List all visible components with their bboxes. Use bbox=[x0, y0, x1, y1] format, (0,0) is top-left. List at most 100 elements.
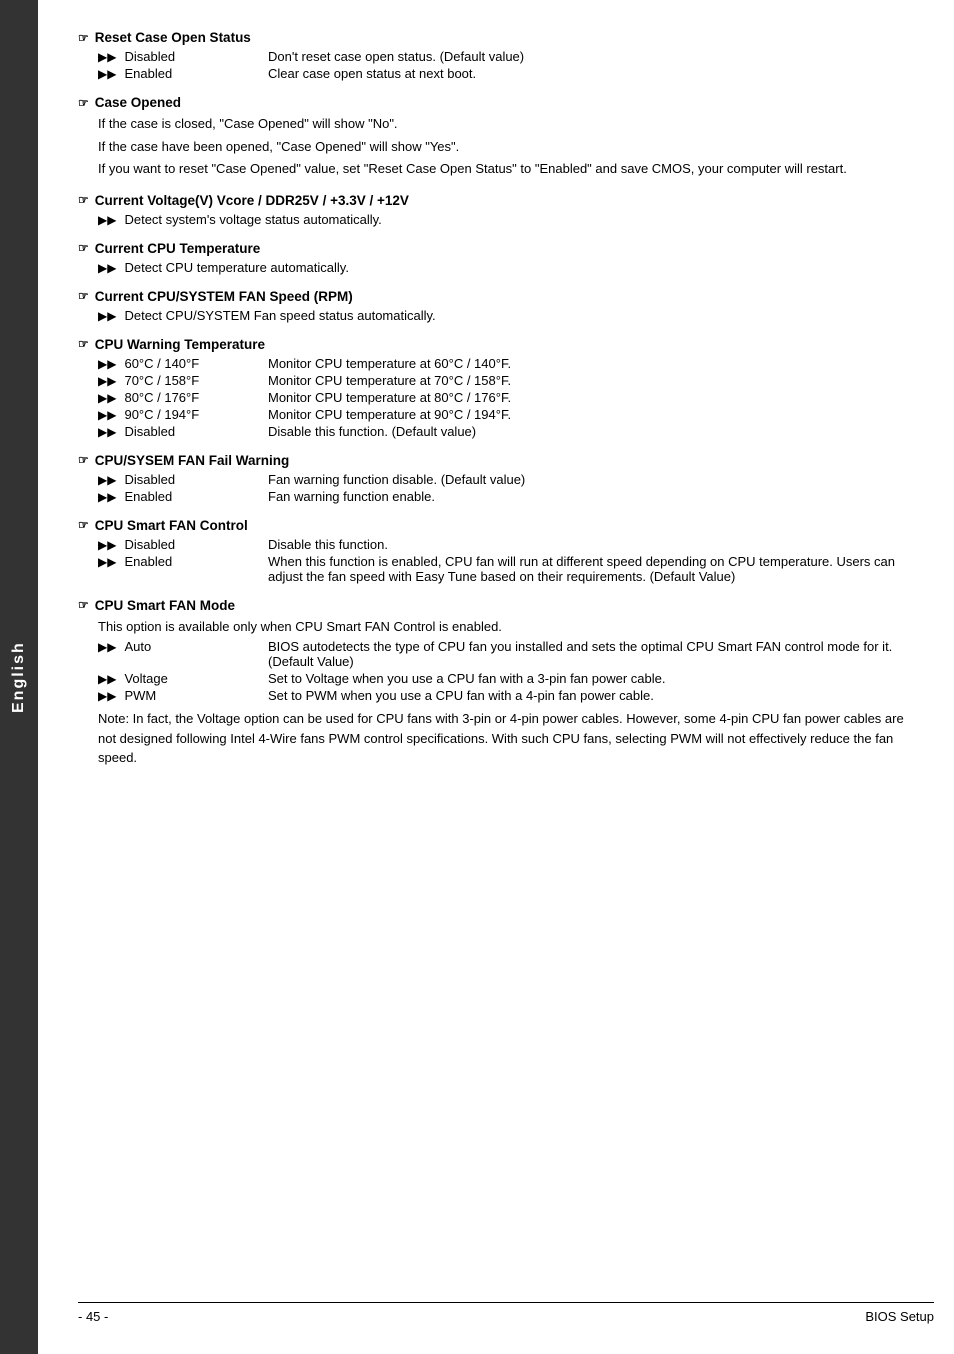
item-value: BIOS autodetects the type of CPU fan you… bbox=[268, 639, 914, 669]
item-row: ▶▶70°C / 158°FMonitor CPU temperature at… bbox=[98, 373, 914, 388]
section-title-text: CPU/SYSEM FAN Fail Warning bbox=[95, 453, 290, 468]
item-value: ▶▶Detect CPU/SYSTEM Fan speed status aut… bbox=[98, 308, 914, 323]
section-title-text: Reset Case Open Status bbox=[95, 30, 251, 45]
bullet-icon: ▶▶ bbox=[98, 672, 116, 686]
item-value: Set to Voltage when you use a CPU fan wi… bbox=[268, 671, 914, 686]
section-cpu-smart-fan-mode: ☞ CPU Smart FAN Mode This option is availa… bbox=[78, 598, 914, 768]
section-title-cpu-smart-fan-control: ☞CPU Smart FAN Control bbox=[78, 518, 914, 533]
item-row: ▶▶PWMSet to PWM when you use a CPU fan w… bbox=[98, 688, 914, 703]
bullet-icon: ▶▶ bbox=[98, 425, 116, 439]
item-key: ▶▶90°C / 194°F bbox=[98, 407, 268, 422]
bullet-icon: ▶▶ bbox=[98, 473, 116, 487]
item-key-text: 90°C / 194°F bbox=[124, 407, 199, 422]
paragraph-text: If the case have been opened, "Case Open… bbox=[98, 137, 914, 157]
section-title-text: CPU Smart FAN Mode bbox=[95, 598, 235, 613]
section-body-reset-case-open-status: ▶▶DisabledDon't reset case open status. … bbox=[78, 49, 914, 81]
item-key: ▶▶70°C / 158°F bbox=[98, 373, 268, 388]
section-cpu-smart-fan-control: ☞CPU Smart FAN Control▶▶DisabledDisable … bbox=[78, 518, 914, 584]
item-value-text: Detect CPU/SYSTEM Fan speed status autom… bbox=[124, 308, 435, 323]
item-key: ▶▶ Disabled bbox=[98, 537, 268, 552]
section-reset-case-open-status: ☞Reset Case Open Status ▶▶DisabledDon't r… bbox=[78, 30, 914, 81]
section-body-current-voltage: ▶▶ Detect system's voltage status automat… bbox=[78, 212, 914, 227]
bullet-icon: ▶▶ bbox=[98, 213, 116, 227]
item-row: ▶▶ 60°C / 140°F Monitor CPU temperature at… bbox=[98, 356, 914, 371]
page-number: - 45 - bbox=[78, 1309, 108, 1324]
item-key-text: 70°C / 158°F bbox=[124, 373, 199, 388]
item-key-text: Disabled bbox=[124, 49, 175, 64]
item-value: Monitor CPU temperature at 70°C / 158°F. bbox=[268, 373, 914, 388]
item-value: Fan warning function disable. (Default v… bbox=[268, 472, 914, 487]
item-row: ▶▶ Enabled Fan warning function enable. bbox=[98, 489, 914, 504]
section-title-cpu-smart-fan-mode: ☞ CPU Smart FAN Mode bbox=[78, 598, 914, 613]
item-key-text: Enabled bbox=[124, 489, 172, 504]
item-value: Clear case open status at next boot. bbox=[268, 66, 914, 81]
item-key: ▶▶Enabled bbox=[98, 66, 268, 81]
section-body-cpu-warning-temperature: ▶▶ 60°C / 140°F Monitor CPU temperature at… bbox=[78, 356, 914, 439]
section-current-cpu-fan-speed: ☞Current CPU/SYSTEM FAN Speed (RPM) ▶▶Det… bbox=[78, 289, 914, 323]
section-intro: This option is available only when CPU S… bbox=[98, 617, 914, 637]
section-arrow-icon: ☞ bbox=[78, 598, 89, 612]
section-title-reset-case-open-status: ☞Reset Case Open Status bbox=[78, 30, 914, 45]
section-body-case-opened: If the case is closed, "Case Opened" wil… bbox=[78, 114, 914, 179]
item-key: ▶▶Disabled bbox=[98, 472, 268, 487]
item-row: ▶▶DisabledDisable this function. (Defaul… bbox=[98, 424, 914, 439]
section-body-cpu-smart-fan-control: ▶▶DisabledDisable this function.▶▶Enable… bbox=[78, 537, 914, 584]
section-title-text: CPU Smart FAN Control bbox=[95, 518, 248, 533]
item-key: ▶▶Disabled bbox=[98, 49, 268, 64]
item-value: Fan warning function enable. bbox=[268, 489, 914, 504]
section-title-cpu-warning-temperature: ☞ CPU Warning Temperature bbox=[78, 337, 914, 352]
item-key: ▶▶PWM bbox=[98, 688, 268, 703]
item-key-text: 60°C / 140°F bbox=[124, 356, 199, 371]
item-key-text: Disabled bbox=[124, 424, 175, 439]
sections-container: ☞Reset Case Open Status▶▶DisabledDon't r… bbox=[78, 30, 914, 768]
bullet-icon: ▶▶ bbox=[98, 640, 116, 654]
item-value: Set to PWM when you use a CPU fan with a… bbox=[268, 688, 914, 703]
item-row: ▶▶80°C / 176°FMonitor CPU temperature at… bbox=[98, 390, 914, 405]
item-row: ▶▶Detect CPU/SYSTEM Fan speed status aut… bbox=[98, 308, 914, 323]
main-content: ☞Reset Case Open Status▶▶DisabledDon't r… bbox=[38, 0, 954, 1354]
section-arrow-icon: ☞ bbox=[78, 337, 89, 351]
section-arrow-icon: ☞ bbox=[78, 289, 89, 303]
item-value-text: Detect system's voltage status automatic… bbox=[124, 212, 381, 227]
paragraph-text: If the case is closed, "Case Opened" wil… bbox=[98, 114, 914, 134]
section-note: Note: In fact, the Voltage option can be… bbox=[98, 709, 914, 768]
item-row: ▶▶DisabledDon't reset case open status. … bbox=[98, 49, 914, 64]
item-key: ▶▶ 60°C / 140°F bbox=[98, 356, 268, 371]
section-body-cpu-smart-fan-mode: This option is available only when CPU S… bbox=[78, 617, 914, 768]
section-title-text: Current CPU Temperature bbox=[95, 241, 261, 256]
section-case-opened: ☞Case OpenedIf the case is closed, "Case… bbox=[78, 95, 914, 179]
bullet-icon: ▶▶ bbox=[98, 490, 116, 504]
item-key-text: Disabled bbox=[124, 537, 175, 552]
bullet-icon: ▶▶ bbox=[98, 391, 116, 405]
item-key-text: Enabled bbox=[124, 554, 172, 569]
item-row: ▶▶EnabledClear case open status at next … bbox=[98, 66, 914, 81]
item-value: ▶▶Detect CPU temperature automatically. bbox=[98, 260, 914, 275]
bottom-bar: - 45 - BIOS Setup bbox=[78, 1302, 934, 1324]
section-body-cpu-sysem-fan-fail-warning: ▶▶DisabledFan warning function disable. … bbox=[78, 472, 914, 504]
bullet-icon: ▶▶ bbox=[98, 357, 116, 371]
item-key-text: 80°C / 176°F bbox=[124, 390, 199, 405]
section-arrow-icon: ☞ bbox=[78, 453, 89, 467]
section-title-cpu-sysem-fan-fail-warning: ☞ CPU/SYSEM FAN Fail Warning bbox=[78, 453, 914, 468]
item-value: Monitor CPU temperature at 60°C / 140°F. bbox=[268, 356, 914, 371]
item-key: ▶▶ Auto bbox=[98, 639, 268, 654]
bullet-icon: ▶▶ bbox=[98, 555, 116, 569]
section-cpu-sysem-fan-fail-warning: ☞ CPU/SYSEM FAN Fail Warning ▶▶DisabledFan… bbox=[78, 453, 914, 504]
item-value: Monitor CPU temperature at 90°C / 194°F. bbox=[268, 407, 914, 422]
section-title-text: Case Opened bbox=[95, 95, 181, 110]
item-key-text: Auto bbox=[124, 639, 151, 654]
section-body-current-cpu-fan-speed: ▶▶Detect CPU/SYSTEM Fan speed status aut… bbox=[78, 308, 914, 323]
item-key: ▶▶ Enabled bbox=[98, 489, 268, 504]
sidebar: English bbox=[0, 0, 38, 1354]
bullet-icon: ▶▶ bbox=[98, 689, 116, 703]
item-value: ▶▶ Detect system's voltage status automat… bbox=[98, 212, 914, 227]
section-title-text: CPU Warning Temperature bbox=[95, 337, 265, 352]
section-title-text: Current Voltage(V) Vcore / DDR25V / +3.3… bbox=[95, 193, 409, 208]
item-row: ▶▶ Detect system's voltage status automat… bbox=[98, 212, 914, 227]
bullet-icon: ▶▶ bbox=[98, 538, 116, 552]
bullet-icon: ▶▶ bbox=[98, 67, 116, 81]
section-title-current-cpu-fan-speed: ☞Current CPU/SYSTEM FAN Speed (RPM) bbox=[78, 289, 914, 304]
section-cpu-warning-temperature: ☞ CPU Warning Temperature ▶▶ 60°C / 140°F Mo… bbox=[78, 337, 914, 439]
section-title-current-voltage: ☞Current Voltage(V) Vcore / DDR25V / +3.… bbox=[78, 193, 914, 208]
section-title-current-cpu-temp: ☞Current CPU Temperature bbox=[78, 241, 914, 256]
